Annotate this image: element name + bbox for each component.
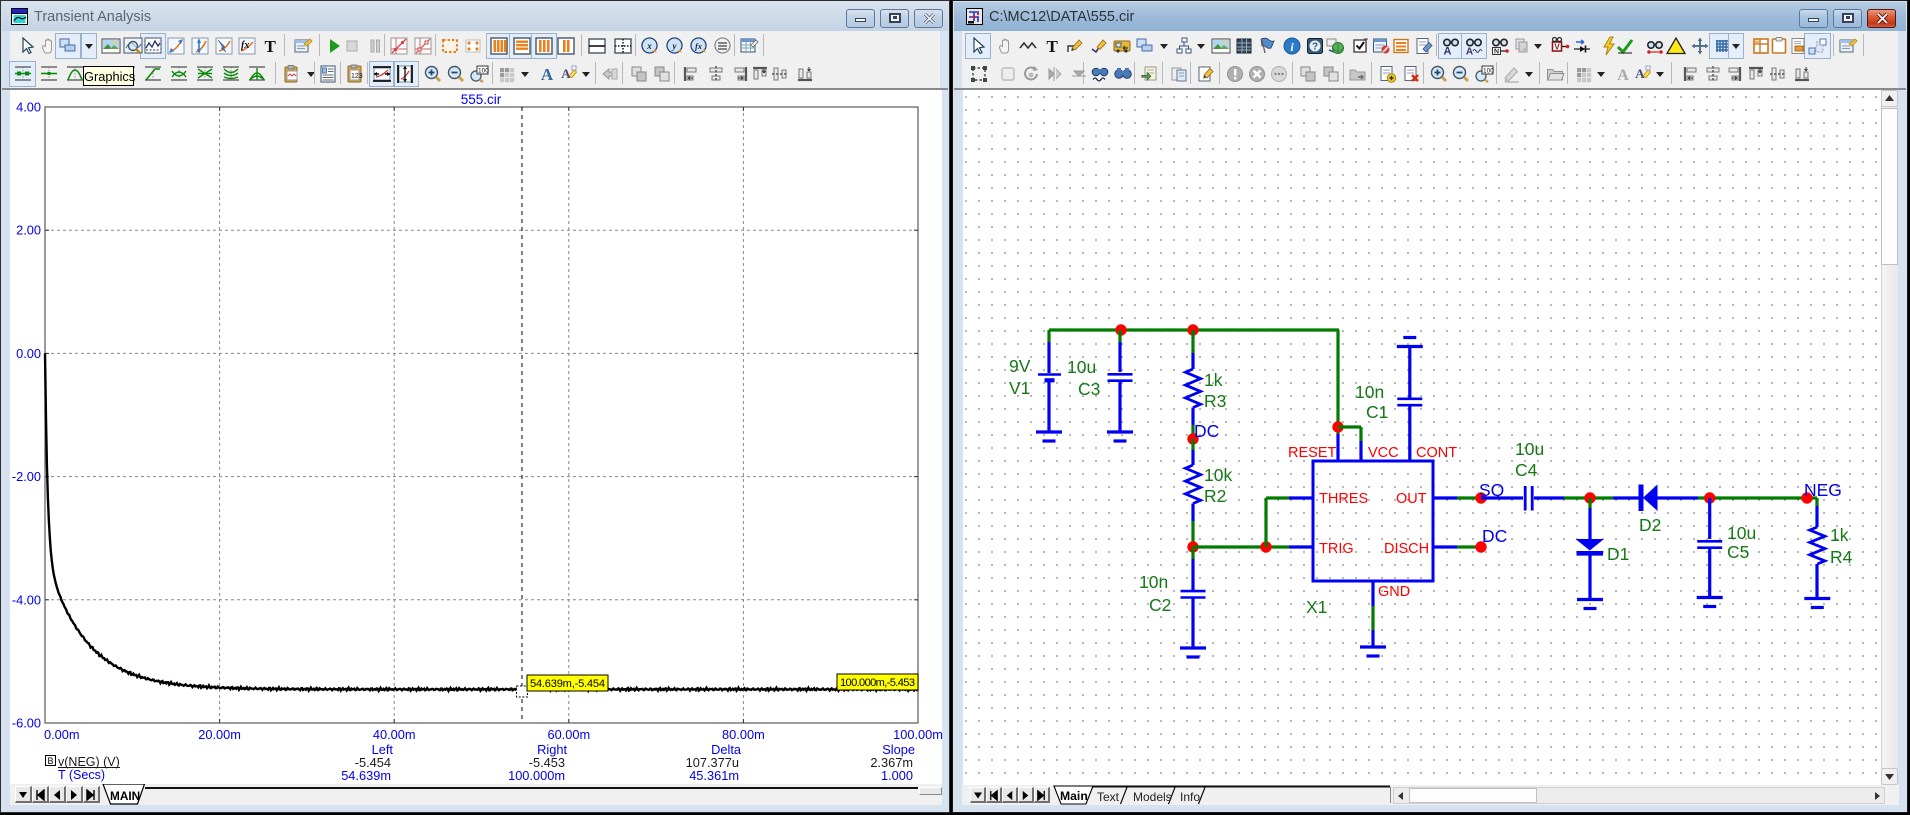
svg-text:60.00m: 60.00m	[547, 727, 590, 742]
svg-text:54.639m,-5.454: 54.639m,-5.454	[530, 678, 605, 690]
svg-text:T: T	[1047, 37, 1059, 56]
svg-text:555.cir: 555.cir	[461, 92, 502, 107]
svg-text:A: A	[1617, 67, 1629, 84]
svg-text:100: 100	[1483, 68, 1494, 75]
svg-text:2.00: 2.00	[16, 223, 41, 238]
svg-text:A: A	[1466, 47, 1473, 57]
svg-text:100.00m: 100.00m	[893, 727, 943, 742]
svg-text:N: N	[1494, 49, 1499, 56]
svg-text:4.00: 4.00	[16, 100, 41, 115]
svg-text:80.00m: 80.00m	[722, 727, 765, 742]
svg-text:A: A	[1444, 46, 1452, 57]
svg-text:?: ?	[1312, 42, 1318, 53]
svg-text:0.00m: 0.00m	[44, 727, 80, 742]
svg-text:V: V	[1554, 43, 1560, 52]
svg-text:0.00: 0.00	[16, 346, 41, 361]
svg-text:-6.00: -6.00	[12, 716, 41, 731]
svg-text:A: A	[1635, 66, 1645, 81]
svg-text:-4.00: -4.00	[12, 592, 41, 607]
svg-text:20.00m: 20.00m	[198, 727, 241, 742]
svg-text:100.000m,-5.453: 100.000m,-5.453	[840, 677, 915, 689]
svg-text:40.00m: 40.00m	[373, 727, 416, 742]
svg-text:-2.00: -2.00	[12, 469, 41, 484]
